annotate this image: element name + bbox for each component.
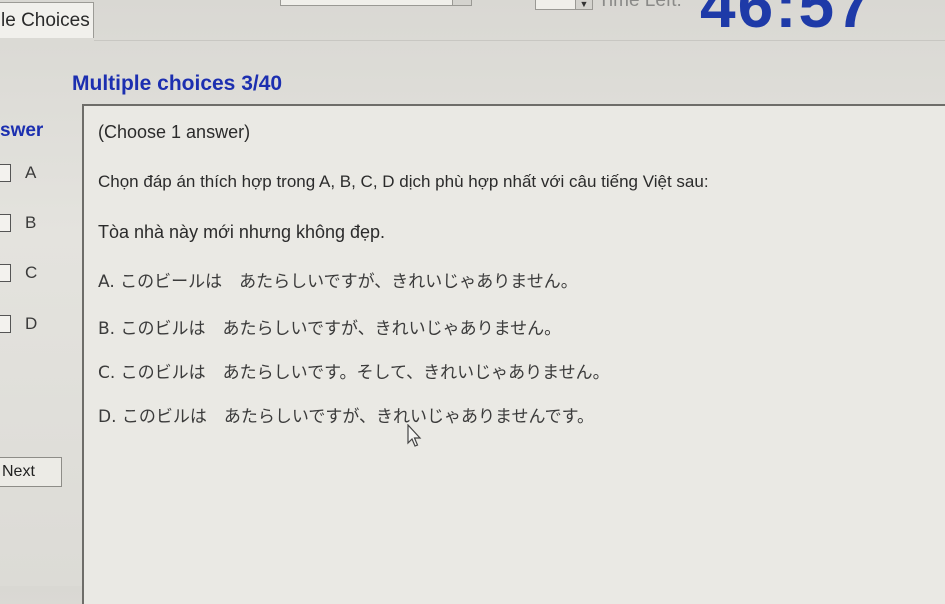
choice-b: B. このビルは あたらしいですが、きれいじゃありません。: [98, 319, 562, 339]
next-button[interactable]: Next: [0, 457, 62, 487]
answer-option-c[interactable]: C: [0, 262, 37, 284]
question-sentence: Tòa nhà này mới nhưng không đẹp.: [98, 222, 386, 242]
option-label-c: C: [25, 263, 38, 282]
question-panel: (Choose 1 answer) Chọn đáp án thích hợp …: [82, 104, 945, 604]
time-left-label: Time Left:: [598, 0, 682, 11]
choice-d: D. このビルは あたらしいですが、きれいじゃありませんです。: [98, 407, 594, 427]
question-counter-title: Multiple choices 3/40: [72, 72, 283, 95]
top-bar: le Choices ▼ Time Left: 46:57: [0, 0, 945, 41]
choice-a: A. このビールは あたらしいですが、きれいじゃありません。: [98, 272, 578, 292]
checkbox-d[interactable]: [0, 315, 11, 333]
chevron-down-icon[interactable]: ▼: [575, 0, 592, 9]
question-prompt: Chọn đáp án thích hợp trong A, B, C, D d…: [98, 172, 709, 191]
mouse-cursor-icon: [407, 424, 422, 447]
answer-column-header: swer: [0, 120, 44, 141]
checkbox-b[interactable]: [0, 214, 11, 232]
answer-option-b[interactable]: B: [0, 212, 36, 234]
divider: [94, 40, 945, 41]
checkbox-c[interactable]: [0, 264, 11, 282]
page-select[interactable]: ▼: [535, 0, 593, 10]
question-instruction: (Choose 1 answer): [98, 122, 251, 142]
option-label-b: B: [25, 213, 37, 232]
choice-c: C. このビルは あたらしいです。そして、きれいじゃありません。: [98, 363, 610, 383]
option-label-a: A: [25, 163, 37, 182]
answer-option-d[interactable]: D: [0, 313, 37, 335]
countdown-timer: 46:57: [700, 0, 874, 41]
top-dropdown[interactable]: [280, 0, 472, 6]
answer-option-a[interactable]: A: [0, 162, 36, 184]
option-label-d: D: [25, 314, 38, 333]
tab-multiple-choices[interactable]: le Choices: [0, 2, 94, 38]
checkbox-a[interactable]: [0, 164, 11, 182]
dropdown-arrow-icon[interactable]: [452, 0, 471, 5]
